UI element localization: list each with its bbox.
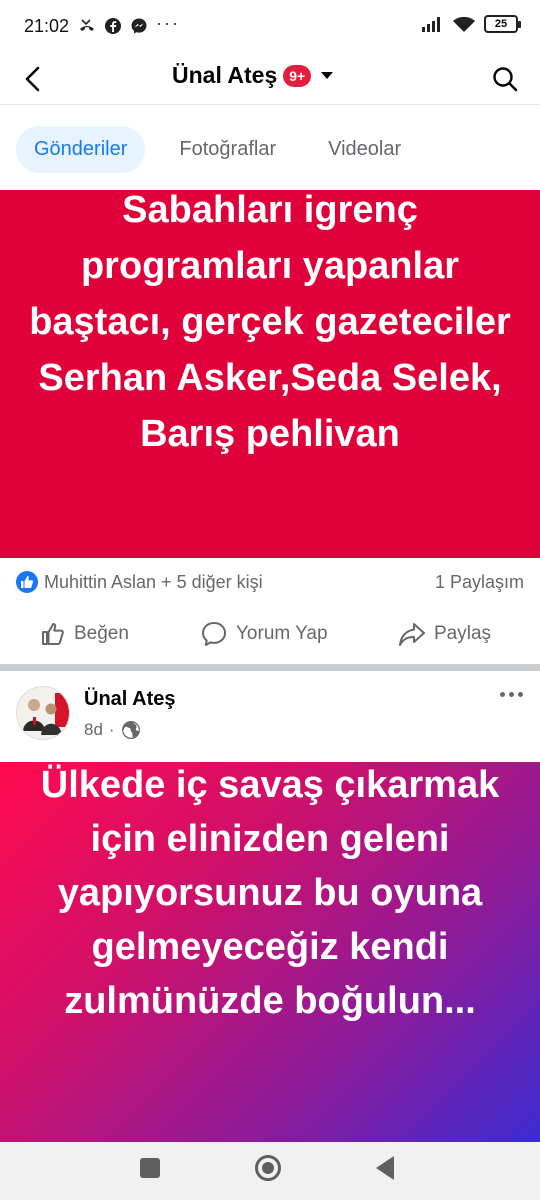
recent-apps-button[interactable] <box>140 1158 160 1178</box>
post2-text: Ülkede iç savaş çıkarmak için elinizden … <box>40 764 500 1022</box>
reaction-names: Muhittin Aslan + 5 diğer kişi <box>44 571 263 592</box>
home-button[interactable] <box>255 1155 281 1181</box>
post-time[interactable]: 8d <box>84 720 103 740</box>
comment-icon <box>202 622 226 646</box>
meta-separator: · <box>108 720 115 739</box>
like-reaction-icon <box>16 571 38 593</box>
share-button[interactable]: Paylaş <box>398 621 491 647</box>
comment-button[interactable]: Yorum Yap <box>200 620 328 648</box>
missed-call-icon <box>78 17 96 35</box>
like-icon <box>42 623 64 645</box>
post1-text: Sabahları igrenç programları yapanlar ba… <box>29 190 511 455</box>
system-back-button[interactable] <box>376 1156 394 1180</box>
search-icon <box>493 67 518 92</box>
shares-count[interactable]: 1 Paylaşım <box>435 572 524 593</box>
tab-videos[interactable]: Videolar <box>310 126 419 173</box>
wifi-icon <box>452 15 476 33</box>
status-bar: 21:02 ··· 25 <box>0 0 540 56</box>
globe-icon <box>121 721 140 739</box>
status-notification-icons <box>78 17 148 35</box>
post-meta: 8d · <box>84 720 141 740</box>
battery-indicator: 25 <box>484 15 521 33</box>
profile-header: Ünal Ateş 9+ <box>0 56 540 104</box>
status-time: 21:02 <box>24 16 70 36</box>
search-button[interactable] <box>490 64 520 94</box>
post1-text-background[interactable]: Sabahları igrenç programları yapanlar ba… <box>0 190 540 558</box>
share-label: Paylaş <box>434 623 492 644</box>
caret-down-icon <box>321 72 334 79</box>
status-system-icons: 25 <box>420 15 521 33</box>
post-separator <box>0 664 540 671</box>
tab-photos[interactable]: Fotoğraflar <box>161 126 294 173</box>
profile-tabs: Gönderiler Fotoğraflar Videolar <box>16 124 419 174</box>
header-divider <box>0 104 540 105</box>
like-button[interactable]: Beğen <box>40 621 129 647</box>
profile-switcher[interactable]: Ünal Ateş 9+ <box>172 62 334 89</box>
facebook-icon <box>104 17 122 35</box>
messenger-icon <box>130 17 148 35</box>
tab-posts[interactable]: Gönderiler <box>16 125 146 173</box>
page-title: Ünal Ateş <box>172 62 278 88</box>
post2-text-background[interactable]: Ülkede iç savaş çıkarmak için elinizden … <box>0 762 540 1142</box>
post1-reactions-bar: Muhittin Aslan + 5 diğer kişi 1 Paylaşım <box>16 568 524 596</box>
back-arrow-icon <box>25 66 40 92</box>
avatar[interactable] <box>16 686 70 740</box>
share-icon <box>399 623 425 646</box>
signal-icon <box>420 15 444 33</box>
status-more-dots: ··· <box>156 13 180 33</box>
back-button[interactable] <box>18 64 48 94</box>
author-name[interactable]: Ünal Ateş <box>84 688 176 711</box>
more-options-button[interactable] <box>496 682 526 706</box>
post1-actions: Beğen Yorum Yap Paylaş <box>0 612 540 656</box>
system-navigation-bar <box>0 1142 540 1200</box>
like-label: Beğen <box>74 623 129 644</box>
reaction-summary[interactable]: Muhittin Aslan + 5 diğer kişi <box>16 571 263 593</box>
comment-label: Yorum Yap <box>236 623 328 644</box>
post2-header: Ünal Ateş 8d · <box>0 676 540 756</box>
notification-badge: 9+ <box>283 64 312 87</box>
more-icon <box>499 691 505 697</box>
